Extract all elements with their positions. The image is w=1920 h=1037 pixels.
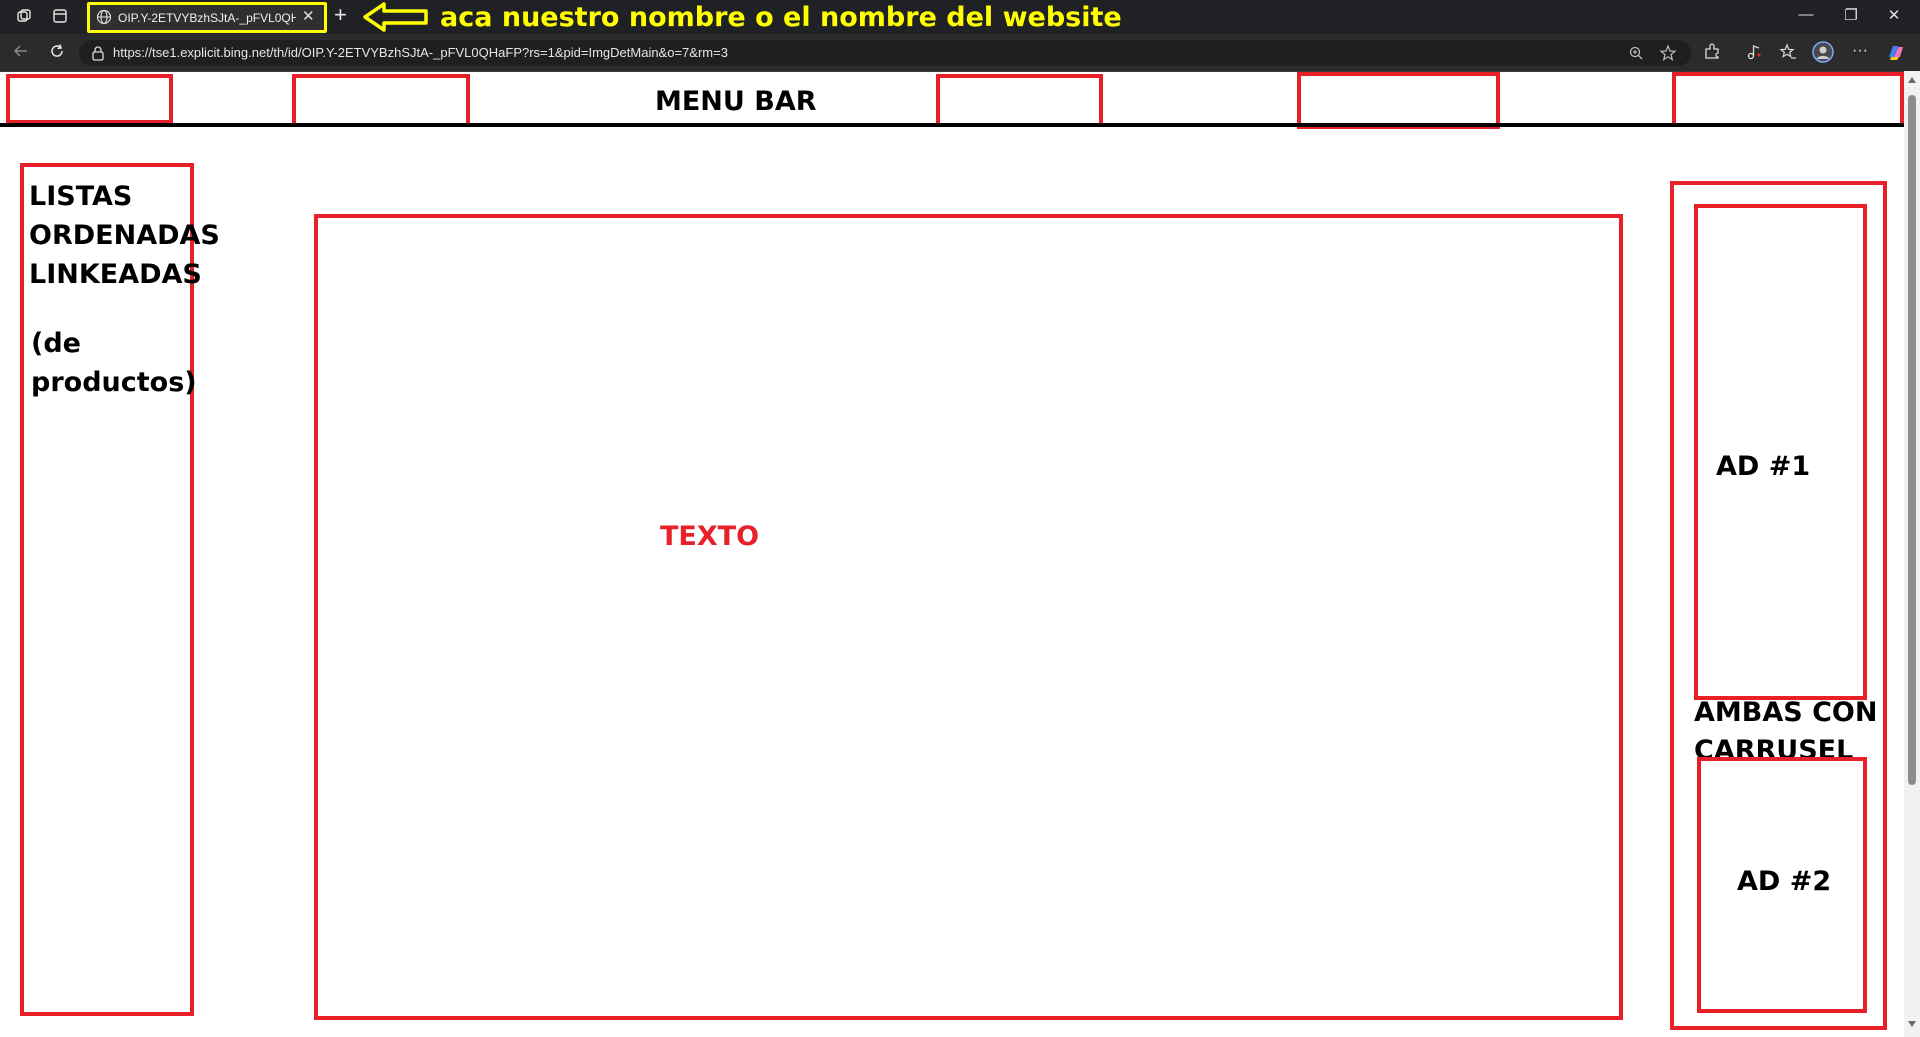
- profile-avatar[interactable]: [1812, 41, 1834, 68]
- favorite-star-icon[interactable]: [1659, 44, 1677, 67]
- url-text: https://tse1.explicit.bing.net/th/id/OIP…: [113, 45, 728, 60]
- left-sidebar-line-3: LINKEADAS: [29, 259, 202, 290]
- left-sidebar-line-5: productos): [31, 367, 197, 398]
- restore-button[interactable]: ❐: [1837, 6, 1865, 24]
- menu-item-1-box[interactable]: [6, 74, 173, 124]
- ad-2-label: AD #2: [1737, 866, 1832, 897]
- scrollbar-thumb[interactable]: [1908, 95, 1916, 785]
- browser-title-bar: OIP.Y-2ETVYBzhSJtA-_pFVL0QHaFP ✕ + aca n…: [0, 0, 1920, 34]
- left-sidebar-line-2: ORDENADAS: [29, 220, 220, 251]
- menu-item-3-box[interactable]: [936, 74, 1103, 127]
- tab-close-icon[interactable]: ✕: [302, 7, 320, 25]
- refresh-icon[interactable]: [46, 43, 68, 64]
- main-text-label: TEXTO: [660, 521, 760, 552]
- left-sidebar-line-4: (de: [31, 328, 81, 359]
- menu-item-2-box[interactable]: [292, 74, 470, 127]
- new-tab-button[interactable]: +: [334, 4, 352, 26]
- menu-item-4-box[interactable]: [1297, 72, 1500, 129]
- globe-icon: [96, 9, 112, 25]
- menu-bar-label: MENU BAR: [655, 86, 817, 117]
- scroll-down-icon[interactable]: [1908, 1021, 1916, 1027]
- back-icon[interactable]: [10, 43, 32, 64]
- main-content-box: [314, 214, 1623, 1020]
- address-bar[interactable]: https://tse1.explicit.bing.net/th/id/OIP…: [79, 40, 1691, 66]
- extensions-icon[interactable]: [1703, 43, 1721, 66]
- carousel-note-line-1: AMBAS CON: [1694, 697, 1878, 728]
- copilot-icon[interactable]: [1885, 41, 1907, 68]
- annotation-note: aca nuestro nombre o el nombre del websi…: [440, 2, 1122, 33]
- scroll-up-icon[interactable]: [1908, 77, 1916, 83]
- left-sidebar-line-1: LISTAS: [29, 181, 133, 212]
- more-menu-icon[interactable]: ···: [1848, 42, 1872, 60]
- vertical-scrollbar[interactable]: [1904, 71, 1920, 1037]
- tab-actions-icon[interactable]: [50, 8, 70, 29]
- annotation-arrow-icon: [362, 1, 430, 38]
- minimize-button[interactable]: —: [1792, 6, 1820, 23]
- site-info-icon[interactable]: [91, 45, 105, 66]
- zoom-icon[interactable]: [1628, 45, 1644, 66]
- media-icon[interactable]: [1745, 43, 1763, 66]
- browser-toolbar: https://tse1.explicit.bing.net/th/id/OIP…: [0, 34, 1920, 72]
- menu-bar-divider: [0, 123, 1904, 127]
- ad-1-label: AD #1: [1716, 451, 1811, 482]
- browser-tab-active[interactable]: OIP.Y-2ETVYBzhSJtA-_pFVL0QHaFP ✕: [87, 2, 327, 33]
- left-sidebar-box: [20, 163, 194, 1016]
- tab-title: OIP.Y-2ETVYBzhSJtA-_pFVL0QHaFP: [118, 11, 296, 25]
- favorites-icon[interactable]: [1779, 43, 1797, 66]
- workspaces-icon[interactable]: [14, 8, 34, 29]
- menu-item-5-box[interactable]: [1672, 72, 1904, 127]
- close-window-button[interactable]: ✕: [1880, 6, 1908, 24]
